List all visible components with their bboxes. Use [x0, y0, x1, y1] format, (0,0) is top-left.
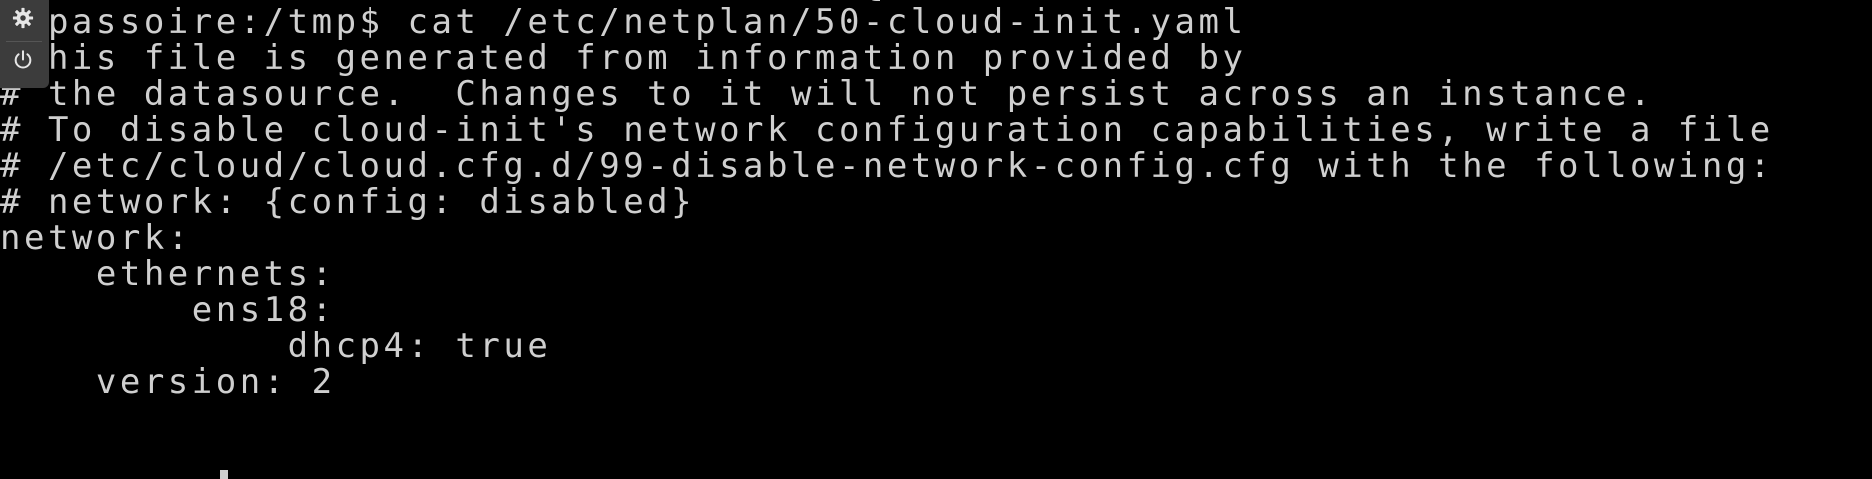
terminal-line-network: network: [0, 218, 192, 258]
terminal-line-comment-2: # the datasource. Changes to it will not… [0, 74, 1654, 114]
settings-button[interactable] [8, 3, 38, 33]
gear-icon [12, 7, 34, 29]
terminal-line-dhcp4: dhcp4: true [0, 326, 552, 366]
terminal-line-comment-5: # network: {config: disabled} [0, 182, 696, 222]
power-icon [12, 49, 34, 71]
terminal-line-comment-4: # /etc/cloud/cloud.cfg.d/99-disable-netw… [0, 146, 1774, 186]
terminal-console[interactable]: t u@passoire:/tmp$ cat /etc/netplan/50-c… [0, 0, 1872, 479]
terminal-line-prompt: u@passoire:/tmp$ cat /etc/netplan/50-clo… [0, 2, 1247, 42]
terminal-line-ethernets: ethernets: [0, 254, 336, 294]
terminal-line-comment-1: This file is generated from information … [0, 38, 1247, 78]
toolbar-divider [6, 41, 42, 42]
power-button[interactable] [8, 45, 38, 75]
terminal-partial-glyph [220, 470, 228, 479]
terminal-line-ens18: ens18: [0, 290, 336, 330]
vm-toolbar [0, 0, 49, 88]
terminal-line-comment-3: # To disable cloud-init's network config… [0, 110, 1774, 150]
terminal-line-version: version: 2 [0, 362, 336, 402]
